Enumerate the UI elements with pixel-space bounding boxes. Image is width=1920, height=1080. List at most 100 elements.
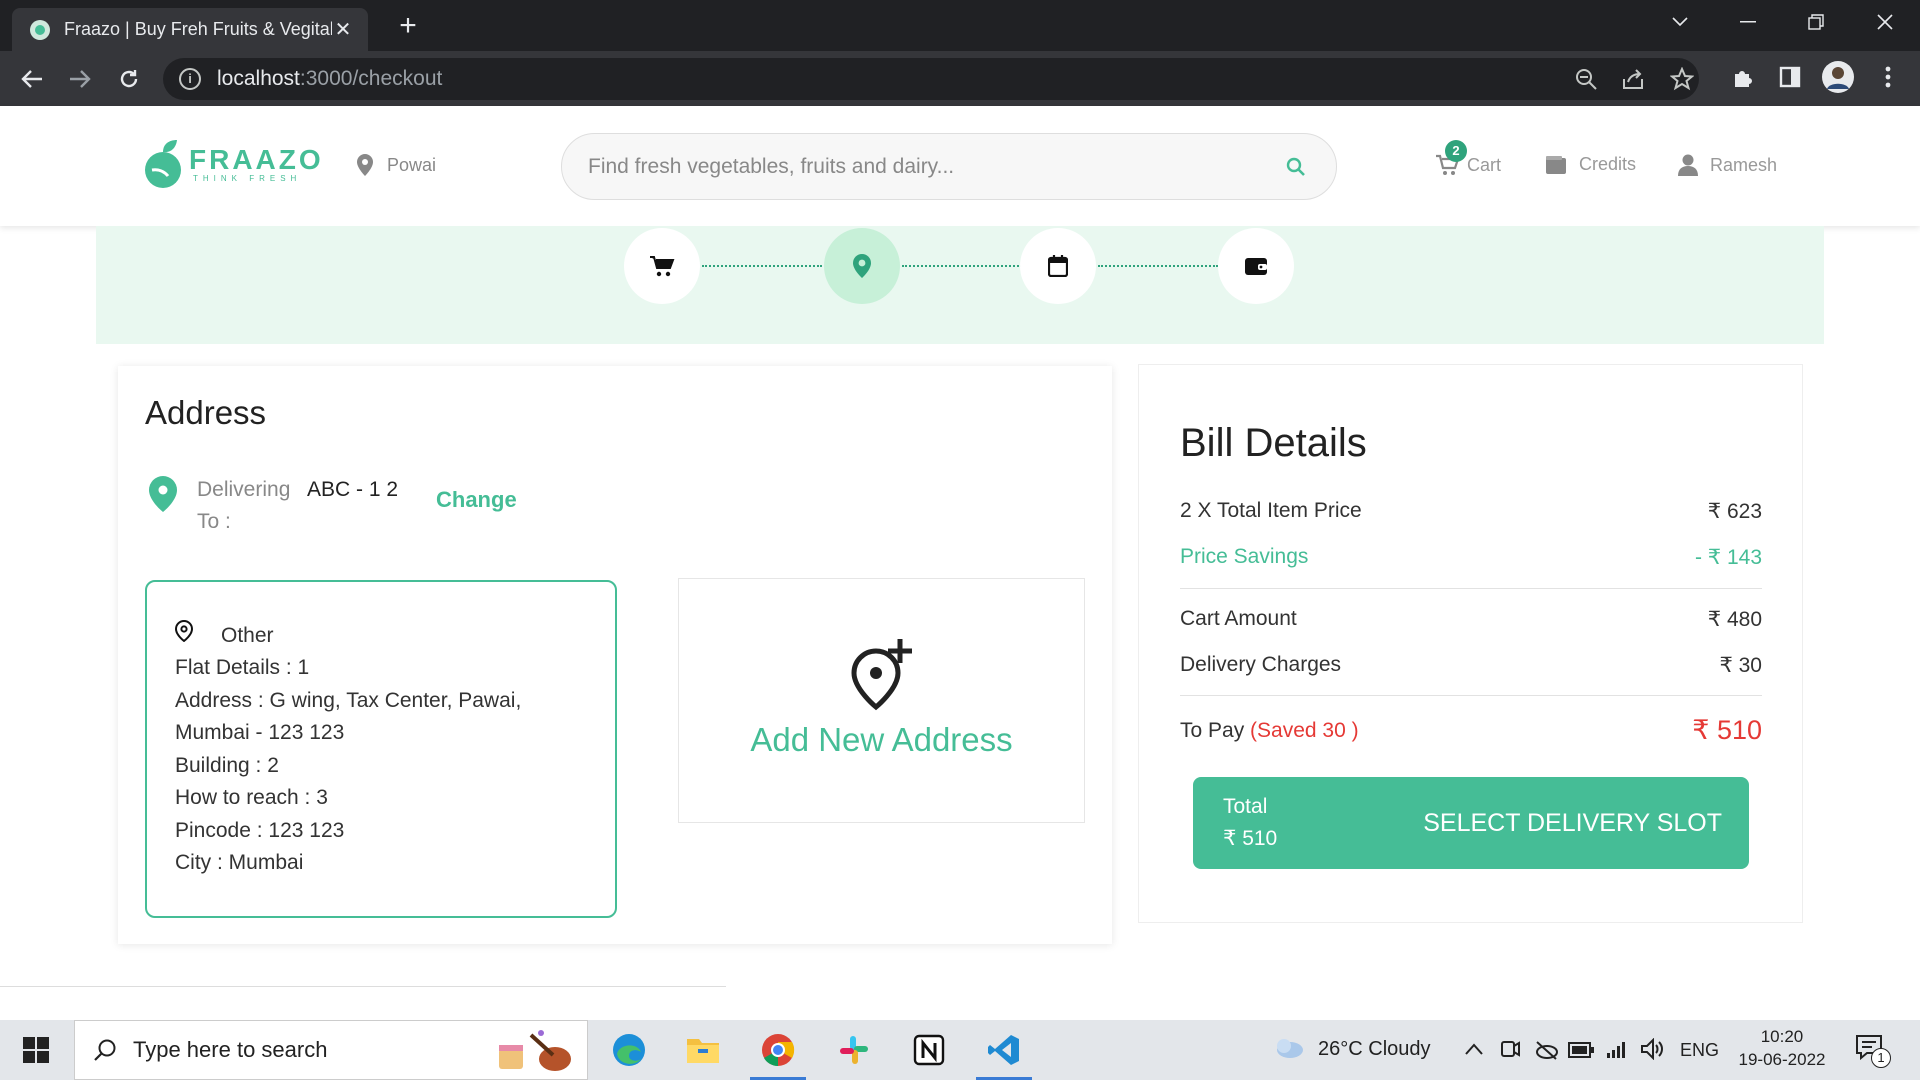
tab-search-icon[interactable] bbox=[1650, 0, 1710, 44]
volume-icon[interactable] bbox=[1640, 1038, 1664, 1060]
tab-close-icon[interactable]: ✕ bbox=[332, 17, 354, 42]
share-icon[interactable] bbox=[1617, 63, 1649, 95]
search-highlight-illustration-icon bbox=[499, 1030, 571, 1071]
cart-label: Cart bbox=[1467, 154, 1502, 175]
zoom-out-icon[interactable] bbox=[1570, 63, 1602, 95]
total-value: ₹ 510 bbox=[1223, 827, 1278, 850]
selected-address-card[interactable]: Other Flat Details : 1 Address : G wing,… bbox=[145, 580, 617, 918]
edge-browser-icon[interactable] bbox=[609, 1030, 649, 1070]
notification-count-badge: 1 bbox=[1871, 1048, 1891, 1068]
change-address-link[interactable]: Change bbox=[436, 487, 517, 513]
taskbar-search-placeholder: Type here to search bbox=[133, 1037, 328, 1062]
browser-toolbar: i localhost :3000/checkout bbox=[0, 51, 1920, 106]
address-line: Flat Details : 1 bbox=[175, 656, 310, 679]
notification-center-icon[interactable]: 1 bbox=[1855, 1034, 1891, 1068]
tray-chevron-up-icon[interactable] bbox=[1464, 1042, 1484, 1056]
step-address[interactable] bbox=[824, 228, 900, 304]
wallet-icon bbox=[1546, 155, 1566, 174]
savings-label: Price Savings bbox=[1180, 545, 1309, 568]
language-indicator[interactable]: ENG bbox=[1680, 1040, 1719, 1061]
location-pin-icon bbox=[853, 254, 871, 278]
vscode-icon[interactable] bbox=[984, 1030, 1024, 1070]
delivering-to: Delivering To : ABC - 1 2 bbox=[149, 474, 398, 538]
browser-menu-icon[interactable] bbox=[1872, 61, 1904, 93]
extensions-icon[interactable] bbox=[1727, 61, 1759, 93]
select-delivery-slot-button[interactable]: Total ₹ 510 SELECT DELIVERY SLOT bbox=[1193, 777, 1749, 869]
cart-link[interactable]: 2 Cart bbox=[1435, 140, 1502, 176]
file-explorer-icon[interactable] bbox=[683, 1030, 723, 1070]
onedrive-cloud-icon[interactable] bbox=[1534, 1040, 1558, 1060]
url-path: :3000/checkout bbox=[299, 67, 443, 90]
stepper-connector bbox=[902, 265, 1022, 267]
taskbar-search-input[interactable]: Type here to search bbox=[74, 1020, 588, 1080]
network-signal-icon[interactable] bbox=[1606, 1040, 1628, 1058]
to-pay-value: ₹ 510 bbox=[1692, 715, 1762, 745]
credits-label: Credits bbox=[1579, 154, 1637, 174]
cart-amount-label: Cart Amount bbox=[1180, 607, 1297, 630]
address-bar[interactable]: i localhost :3000/checkout bbox=[163, 58, 1699, 100]
item-price-label: 2 X Total Item Price bbox=[1180, 499, 1362, 522]
to-pay-row: To Pay (Saved 30 ) ₹ 510 bbox=[1180, 715, 1762, 746]
forward-arrow-icon[interactable] bbox=[60, 59, 100, 99]
close-window-icon[interactable] bbox=[1855, 0, 1915, 44]
price-savings-row: Price Savings - ₹ 143 bbox=[1180, 545, 1762, 570]
address-line: How to reach : 3 bbox=[175, 786, 328, 809]
delivery-label: Delivery Charges bbox=[1180, 653, 1342, 676]
clock-time: 10:20 bbox=[1760, 1027, 1804, 1046]
delivery-value: ₹ 30 bbox=[1719, 654, 1762, 677]
fraazo-logo[interactable]: FRAAZO THINK FRESH bbox=[143, 138, 324, 190]
tab-title: Fraazo | Buy Freh Fruits & Vegitables bbox=[64, 19, 332, 39]
windows-start-icon[interactable] bbox=[16, 1030, 56, 1070]
search-icon bbox=[94, 1039, 116, 1061]
search-icon[interactable] bbox=[1286, 157, 1306, 177]
total-label: Total bbox=[1223, 795, 1268, 818]
step-cart[interactable] bbox=[624, 228, 700, 304]
side-panel-icon[interactable] bbox=[1774, 61, 1806, 93]
credits-link[interactable]: Credits bbox=[1545, 154, 1636, 175]
back-arrow-icon[interactable] bbox=[12, 59, 52, 99]
site-info-icon[interactable]: i bbox=[179, 68, 201, 90]
location-pin-icon bbox=[357, 154, 373, 176]
bill-divider bbox=[1180, 588, 1762, 589]
cart-count-badge: 2 bbox=[1445, 140, 1467, 162]
clock-date: 19-06-2022 bbox=[1738, 1050, 1826, 1069]
item-price-value: ₹ 623 bbox=[1707, 500, 1762, 523]
browser-tab[interactable]: Fraazo | Buy Freh Fruits & Vegitables ✕ bbox=[12, 8, 368, 51]
new-tab-icon[interactable]: + bbox=[390, 8, 426, 44]
add-new-address-button[interactable]: Add New Address bbox=[678, 578, 1085, 823]
address-card: Address Delivering To : ABC - 1 2 Change… bbox=[118, 366, 1112, 944]
bookmark-star-icon[interactable] bbox=[1666, 63, 1698, 95]
step-payment[interactable] bbox=[1218, 228, 1294, 304]
wallet-icon bbox=[1245, 258, 1267, 275]
site-header: FRAAZO THINK FRESH Powai Find fresh vege… bbox=[0, 106, 1920, 226]
battery-icon[interactable] bbox=[1568, 1042, 1594, 1058]
address-line: Pincode : 123 123 bbox=[175, 818, 345, 842]
chrome-browser-icon[interactable] bbox=[758, 1030, 798, 1070]
step-delivery-slot[interactable] bbox=[1020, 228, 1096, 304]
clock[interactable]: 10:20 19-06-2022 bbox=[1730, 1026, 1834, 1072]
fraazo-favicon-icon bbox=[30, 19, 50, 40]
calendar-icon bbox=[1048, 255, 1068, 277]
browser-tabstrip: Fraazo | Buy Freh Fruits & Vegitables ✕ … bbox=[0, 0, 1920, 51]
restore-icon[interactable] bbox=[1786, 0, 1846, 44]
product-search-input[interactable]: Find fresh vegetables, fruits and dairy.… bbox=[561, 133, 1337, 200]
user-profile-link[interactable]: Ramesh bbox=[1678, 154, 1777, 176]
address-type-row: Other bbox=[175, 610, 615, 652]
checkout-stepper bbox=[96, 226, 1824, 344]
reload-icon[interactable] bbox=[109, 59, 149, 99]
meet-now-icon[interactable] bbox=[1500, 1038, 1520, 1060]
minimize-icon[interactable] bbox=[1718, 0, 1778, 44]
to-pay-label: To Pay bbox=[1180, 718, 1245, 742]
notion-icon[interactable] bbox=[909, 1030, 949, 1070]
address-title: Address bbox=[145, 394, 267, 431]
location-pin-outline-icon bbox=[175, 620, 193, 642]
weather-text[interactable]: 26°C Cloudy bbox=[1318, 1038, 1431, 1061]
user-icon bbox=[1678, 154, 1698, 176]
address-line: Address : G wing, Tax Center, Pawai, Mum… bbox=[175, 688, 522, 745]
location-selector[interactable]: Powai bbox=[357, 154, 436, 176]
slack-icon[interactable] bbox=[834, 1030, 874, 1070]
fraazo-leaf-icon bbox=[145, 140, 181, 188]
to-pay-saved: (Saved 30 ) bbox=[1250, 718, 1359, 742]
profile-avatar-icon[interactable] bbox=[1822, 61, 1854, 93]
bill-divider bbox=[1180, 695, 1762, 696]
